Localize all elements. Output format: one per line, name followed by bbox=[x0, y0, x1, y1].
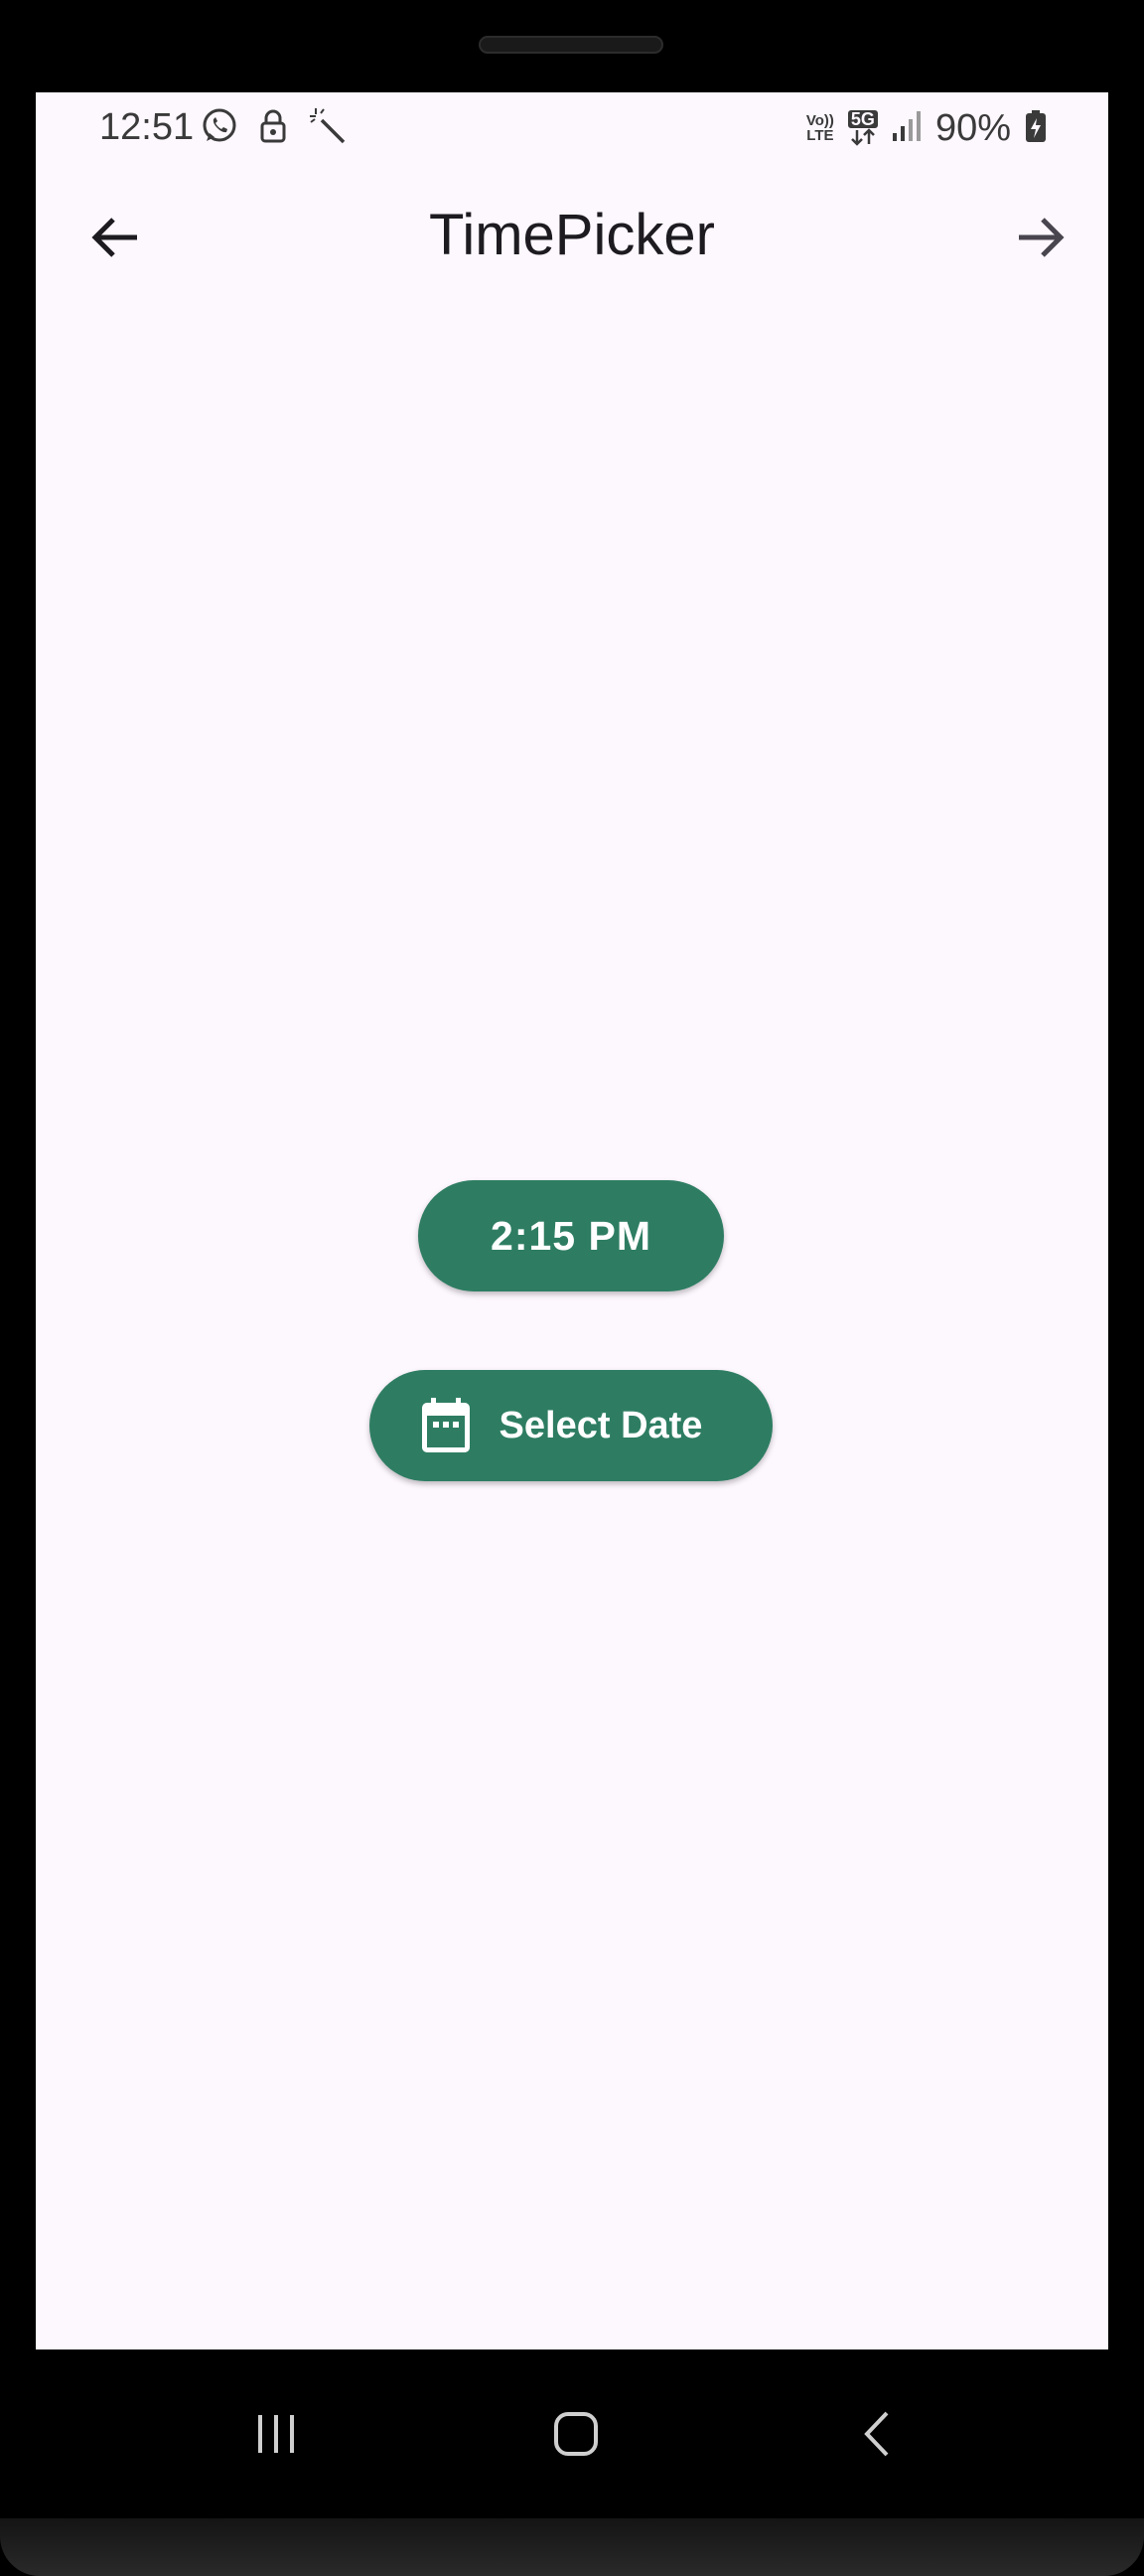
back-icon bbox=[864, 2411, 889, 2457]
calendar-icon bbox=[420, 1398, 472, 1453]
volte-label-bottom: LTE bbox=[806, 127, 834, 144]
lock-icon bbox=[260, 109, 286, 148]
system-back-button[interactable] bbox=[838, 2394, 918, 2474]
status-system-icons: Vo)) LTE 5G 90% bbox=[806, 106, 1047, 150]
signal-icon bbox=[892, 109, 922, 148]
volte-label-top: Vo)) bbox=[805, 112, 834, 129]
device-bottom-bezel bbox=[0, 2518, 1144, 2576]
forward-button[interactable] bbox=[1003, 200, 1078, 275]
status-notification-icons bbox=[201, 106, 348, 151]
recent-apps-icon bbox=[258, 2415, 294, 2453]
volte-icon: Vo)) LTE bbox=[806, 113, 834, 143]
device-frame: 12:51 Vo)) LTE 5G 90% TimePicker 2:15 PM… bbox=[0, 0, 1144, 2576]
whatsapp-icon bbox=[201, 107, 238, 150]
status-bar: 12:51 Vo)) LTE 5G 90% bbox=[36, 92, 1108, 162]
5g-icon: 5G bbox=[847, 110, 878, 146]
arrow-forward-icon bbox=[1019, 218, 1065, 257]
time-button-label: 2:15 PM bbox=[491, 1212, 651, 1259]
app-screen: 12:51 Vo)) LTE 5G 90% TimePicker 2:15 PM… bbox=[36, 92, 1108, 2349]
home-icon bbox=[554, 2412, 598, 2456]
time-picker-button[interactable]: 2:15 PM bbox=[418, 1180, 724, 1291]
page-title: TimePicker bbox=[429, 203, 715, 267]
network-label: 5G bbox=[847, 110, 878, 128]
date-button-label: Select Date bbox=[499, 1404, 703, 1446]
home-button[interactable] bbox=[536, 2394, 616, 2474]
earpiece-speaker bbox=[479, 36, 663, 54]
battery-charging-icon bbox=[1025, 109, 1047, 148]
app-bar: TimePicker bbox=[36, 182, 1108, 291]
system-navigation-bar bbox=[0, 2349, 1144, 2518]
recent-apps-button[interactable] bbox=[236, 2394, 316, 2474]
battery-percent: 90% bbox=[934, 106, 1011, 149]
status-time: 12:51 bbox=[99, 106, 195, 148]
magic-wand-icon bbox=[308, 106, 348, 151]
data-arrows-icon bbox=[851, 128, 875, 146]
select-date-button[interactable]: Select Date bbox=[369, 1370, 773, 1481]
